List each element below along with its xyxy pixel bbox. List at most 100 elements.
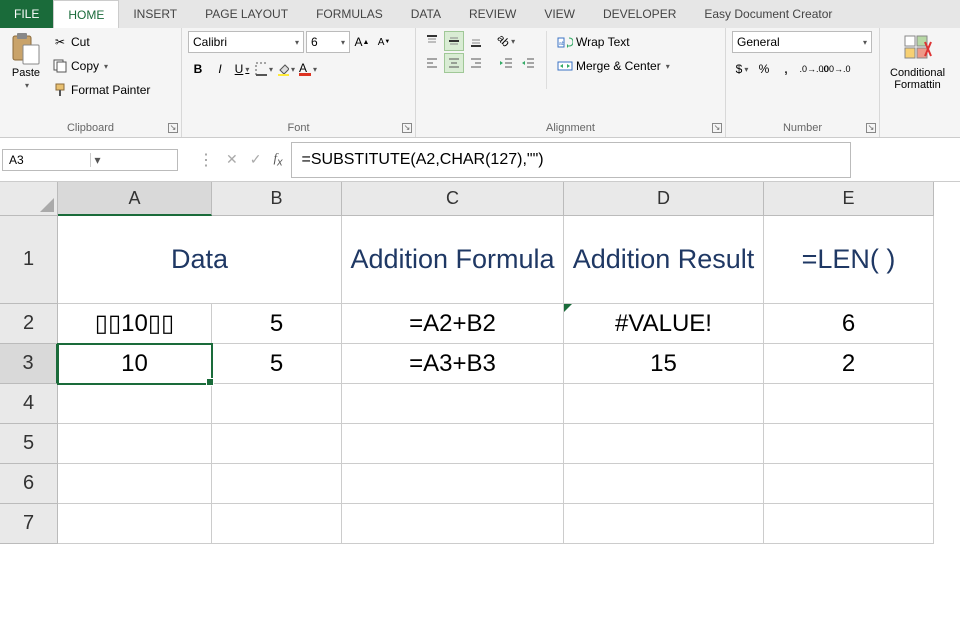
tab-formulas[interactable]: FORMULAS bbox=[302, 0, 397, 28]
accept-formula-button[interactable]: ✓ bbox=[250, 151, 262, 168]
cell-b5[interactable] bbox=[212, 424, 342, 464]
paste-button[interactable]: Paste ▾ bbox=[6, 31, 46, 92]
cell-c7[interactable] bbox=[342, 504, 564, 544]
fill-color-button[interactable]: ▾ bbox=[276, 59, 296, 79]
row-header-7[interactable]: 7 bbox=[0, 504, 58, 544]
cell-b6[interactable] bbox=[212, 464, 342, 504]
percent-format-button[interactable]: % bbox=[754, 59, 774, 79]
name-box[interactable]: A3 ▾ bbox=[2, 149, 178, 171]
cell-c2[interactable]: =A2+B2 bbox=[342, 304, 564, 344]
cell-d6[interactable] bbox=[564, 464, 764, 504]
align-middle-button[interactable] bbox=[444, 31, 464, 51]
align-left-button[interactable] bbox=[422, 53, 442, 73]
conditional-formatting-button[interactable]: Conditional Formattin bbox=[886, 31, 949, 93]
cell-d4[interactable] bbox=[564, 384, 764, 424]
clipboard-dialog-launcher[interactable]: ↘ bbox=[168, 123, 178, 133]
merge-center-button[interactable]: Merge & Center ▾ bbox=[555, 55, 672, 77]
comma-format-button[interactable]: , bbox=[776, 59, 796, 79]
decrease-font-size-button[interactable]: A▼ bbox=[374, 32, 394, 52]
column-header-e[interactable]: E bbox=[764, 182, 934, 216]
cell-c6[interactable] bbox=[342, 464, 564, 504]
tab-easy-document-creator[interactable]: Easy Document Creator bbox=[690, 0, 846, 28]
tab-view[interactable]: VIEW bbox=[530, 0, 589, 28]
formula-input[interactable]: =SUBSTITUTE(A2,CHAR(127),"") bbox=[291, 142, 851, 178]
borders-button[interactable]: ▾ bbox=[254, 59, 274, 79]
decrease-decimal-button[interactable]: .00→.0 bbox=[826, 59, 846, 79]
orientation-button[interactable]: ab▾ bbox=[496, 31, 516, 51]
font-name-combo[interactable]: Calibri ▾ bbox=[188, 31, 304, 53]
column-header-b[interactable]: B bbox=[212, 182, 342, 216]
cell-b4[interactable] bbox=[212, 384, 342, 424]
cell-e4[interactable] bbox=[764, 384, 934, 424]
tab-insert[interactable]: INSERT bbox=[119, 0, 191, 28]
bucket-icon bbox=[277, 62, 289, 76]
cell-a6[interactable] bbox=[58, 464, 212, 504]
fx-icon[interactable]: fx bbox=[273, 150, 282, 169]
cell-d5[interactable] bbox=[564, 424, 764, 464]
cell-d1[interactable]: Addition Result bbox=[564, 216, 764, 304]
increase-font-size-button[interactable]: A▲ bbox=[352, 32, 372, 52]
copy-button[interactable]: Copy ▾ bbox=[50, 55, 152, 77]
cell-e7[interactable] bbox=[764, 504, 934, 544]
row-header-2[interactable]: 2 bbox=[0, 304, 58, 344]
cancel-formula-button[interactable]: ✕ bbox=[226, 151, 238, 168]
cell-c1[interactable]: Addition Formula bbox=[342, 216, 564, 304]
cell-a1[interactable]: Data bbox=[58, 216, 342, 304]
font-dialog-launcher[interactable]: ↘ bbox=[402, 123, 412, 133]
cell-a5[interactable] bbox=[58, 424, 212, 464]
row-header-4[interactable]: 4 bbox=[0, 384, 58, 424]
bold-button[interactable]: B bbox=[188, 59, 208, 79]
cell-e3[interactable]: 2 bbox=[764, 344, 934, 384]
cell-e6[interactable] bbox=[764, 464, 934, 504]
tab-page-layout[interactable]: PAGE LAYOUT bbox=[191, 0, 302, 28]
font-size-combo[interactable]: 6 ▾ bbox=[306, 31, 350, 53]
cell-e1[interactable]: =LEN( ) bbox=[764, 216, 934, 304]
cell-b3[interactable]: 5 bbox=[212, 344, 342, 384]
font-color-button[interactable]: A ▾ bbox=[298, 59, 318, 79]
cell-e2[interactable]: 6 bbox=[764, 304, 934, 344]
wrap-text-button[interactable]: ab Wrap Text bbox=[555, 31, 672, 53]
accounting-format-button[interactable]: $▾ bbox=[732, 59, 752, 79]
cell-d7[interactable] bbox=[564, 504, 764, 544]
align-right-button[interactable] bbox=[466, 53, 486, 73]
tab-file[interactable]: FILE bbox=[0, 0, 53, 28]
cell-c5[interactable] bbox=[342, 424, 564, 464]
tab-review[interactable]: REVIEW bbox=[455, 0, 530, 28]
underline-button[interactable]: U▾ bbox=[232, 59, 252, 79]
cell-b2[interactable]: 5 bbox=[212, 304, 342, 344]
tab-developer[interactable]: DEVELOPER bbox=[589, 0, 690, 28]
cell-a4[interactable] bbox=[58, 384, 212, 424]
cell-c4[interactable] bbox=[342, 384, 564, 424]
tab-data[interactable]: DATA bbox=[397, 0, 455, 28]
row-header-3[interactable]: 3 bbox=[0, 344, 58, 384]
column-header-c[interactable]: C bbox=[342, 182, 564, 216]
italic-button[interactable]: I bbox=[210, 59, 230, 79]
cell-a7[interactable] bbox=[58, 504, 212, 544]
cell-b7[interactable] bbox=[212, 504, 342, 544]
row-header-6[interactable]: 6 bbox=[0, 464, 58, 504]
number-dialog-launcher[interactable]: ↘ bbox=[866, 123, 876, 133]
column-header-d[interactable]: D bbox=[564, 182, 764, 216]
cut-button[interactable]: ✂ Cut bbox=[50, 31, 152, 53]
cell-a3[interactable]: 10 bbox=[58, 344, 212, 384]
tab-home[interactable]: HOME bbox=[53, 0, 119, 28]
chevron-down-icon[interactable]: ▾ bbox=[90, 153, 178, 167]
row-header-1[interactable]: 1 bbox=[0, 216, 58, 304]
row-header-5[interactable]: 5 bbox=[0, 424, 58, 464]
cell-c3[interactable]: =A3+B3 bbox=[342, 344, 564, 384]
decrease-indent-button[interactable] bbox=[496, 53, 516, 73]
align-bottom-button[interactable] bbox=[466, 31, 486, 51]
column-header-a[interactable]: A bbox=[58, 182, 212, 216]
cell-e5[interactable] bbox=[764, 424, 934, 464]
select-all-corner[interactable] bbox=[0, 182, 58, 216]
spreadsheet-grid: A B C D E 1 Data Addition Formula Additi… bbox=[0, 182, 960, 544]
cell-a2[interactable]: ▯▯10▯▯ bbox=[58, 304, 212, 344]
format-painter-button[interactable]: Format Painter bbox=[50, 79, 152, 101]
cell-d3[interactable]: 15 bbox=[564, 344, 764, 384]
alignment-dialog-launcher[interactable]: ↘ bbox=[712, 123, 722, 133]
cell-d2[interactable]: #VALUE! bbox=[564, 304, 764, 344]
align-center-button[interactable] bbox=[444, 53, 464, 73]
align-top-button[interactable] bbox=[422, 31, 442, 51]
increase-indent-button[interactable] bbox=[518, 53, 538, 73]
number-format-combo[interactable]: General ▾ bbox=[732, 31, 872, 53]
